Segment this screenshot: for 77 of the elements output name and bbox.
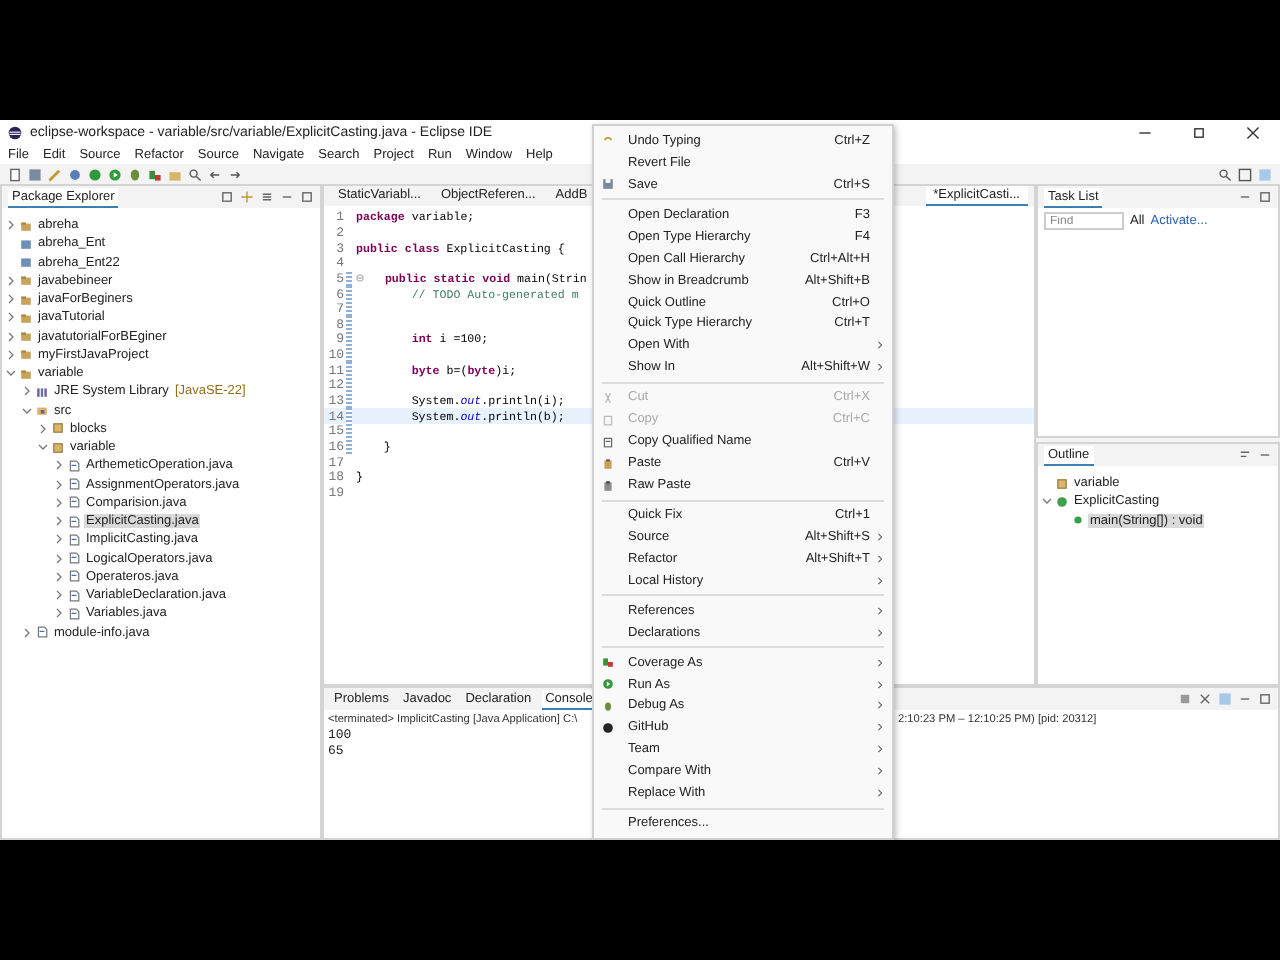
expand-chevron-icon[interactable]: [54, 571, 64, 582]
minimize-icon[interactable]: [280, 190, 294, 204]
copy-icon: [602, 435, 614, 448]
expand-chevron-icon[interactable]: [54, 460, 64, 471]
project-folder-icon: [20, 348, 32, 361]
search-icon[interactable]: [188, 167, 202, 181]
cut-icon: [602, 391, 614, 404]
collapse-chevron-icon[interactable]: [22, 405, 32, 416]
java-file-icon: [68, 607, 80, 620]
minimize-icon[interactable]: [1238, 692, 1252, 706]
class-icon: [1056, 495, 1068, 508]
close-icon[interactable]: [1246, 126, 1260, 140]
search-icon[interactable]: [1218, 167, 1232, 181]
stop-icon[interactable]: [1178, 692, 1192, 706]
expand-chevron-icon[interactable]: [38, 423, 48, 434]
collapse-fold-icon: [356, 274, 364, 283]
java-file-icon: [68, 570, 80, 583]
project-folder-icon: [20, 219, 32, 232]
java-file-icon: [68, 478, 80, 491]
expand-chevron-icon[interactable]: [6, 275, 16, 286]
maximize-icon[interactable]: [1258, 190, 1272, 204]
menu-icon[interactable]: [260, 190, 274, 204]
minimize-icon[interactable]: [1258, 448, 1272, 462]
source-folder-icon: [36, 404, 48, 417]
collapse-chevron-icon[interactable]: [1042, 496, 1052, 507]
new-file-icon[interactable]: [8, 167, 22, 181]
maximize-icon[interactable]: [1192, 126, 1206, 140]
expand-chevron-icon[interactable]: [6, 220, 16, 231]
expand-chevron-icon[interactable]: [6, 312, 16, 323]
expand-chevron-icon[interactable]: [22, 386, 32, 397]
expand-chevron-icon[interactable]: [54, 553, 64, 564]
project-folder-icon: [20, 311, 32, 324]
expand-chevron-icon[interactable]: [54, 590, 64, 601]
expand-chevron-icon[interactable]: [54, 497, 64, 508]
expand-chevron-icon[interactable]: [54, 516, 64, 527]
sort-icon[interactable]: [1238, 448, 1252, 462]
project-folder-icon: [20, 274, 32, 287]
java-file-icon: [68, 552, 80, 565]
project-folder-icon: [20, 330, 32, 343]
expand-chevron-icon[interactable]: [6, 294, 16, 305]
expand-chevron-icon[interactable]: [22, 627, 32, 638]
bug-icon[interactable]: [128, 167, 142, 181]
clipboard-icon: [602, 457, 614, 470]
minimize-icon[interactable]: [1238, 190, 1252, 204]
bug-icon: [602, 699, 614, 712]
save-icon: [602, 178, 614, 191]
project-folder-icon: [20, 367, 32, 380]
expand-chevron-icon[interactable]: [54, 479, 64, 490]
pencil-icon[interactable]: [48, 167, 62, 181]
expand-chevron-icon[interactable]: [6, 349, 16, 360]
collapse-chevron-icon[interactable]: [6, 368, 16, 379]
eclipse-logo-icon: [8, 126, 22, 140]
arrow-left-icon[interactable]: [208, 167, 222, 181]
collapse-chevron-icon[interactable]: [38, 442, 48, 453]
java-file-icon: [68, 589, 80, 602]
java-file-icon: [36, 626, 48, 639]
library-icon: [36, 385, 48, 398]
coverage-icon[interactable]: [148, 167, 162, 181]
java-file-icon: [68, 515, 80, 528]
maximize-icon[interactable]: [300, 190, 314, 204]
coverage-icon: [602, 656, 614, 669]
expand-chevron-icon[interactable]: [6, 331, 16, 342]
maximize-icon[interactable]: [1258, 692, 1272, 706]
java-file-icon: [68, 496, 80, 509]
copy-icon: [602, 413, 614, 426]
package-icon: [1056, 477, 1068, 490]
java-file-icon: [68, 533, 80, 546]
expand-chevron-icon[interactable]: [54, 534, 64, 545]
save-icon[interactable]: [28, 167, 42, 181]
expand-chevron-icon[interactable]: [54, 608, 64, 619]
method-icon: [1072, 514, 1084, 527]
minimize-icon[interactable]: [1138, 126, 1152, 140]
clipboard-icon: [602, 479, 614, 492]
remove-icon[interactable]: [1198, 692, 1212, 706]
arrow-right-icon[interactable]: [228, 167, 242, 181]
project-folder-icon: [20, 293, 32, 306]
java-file-icon: [68, 459, 80, 472]
